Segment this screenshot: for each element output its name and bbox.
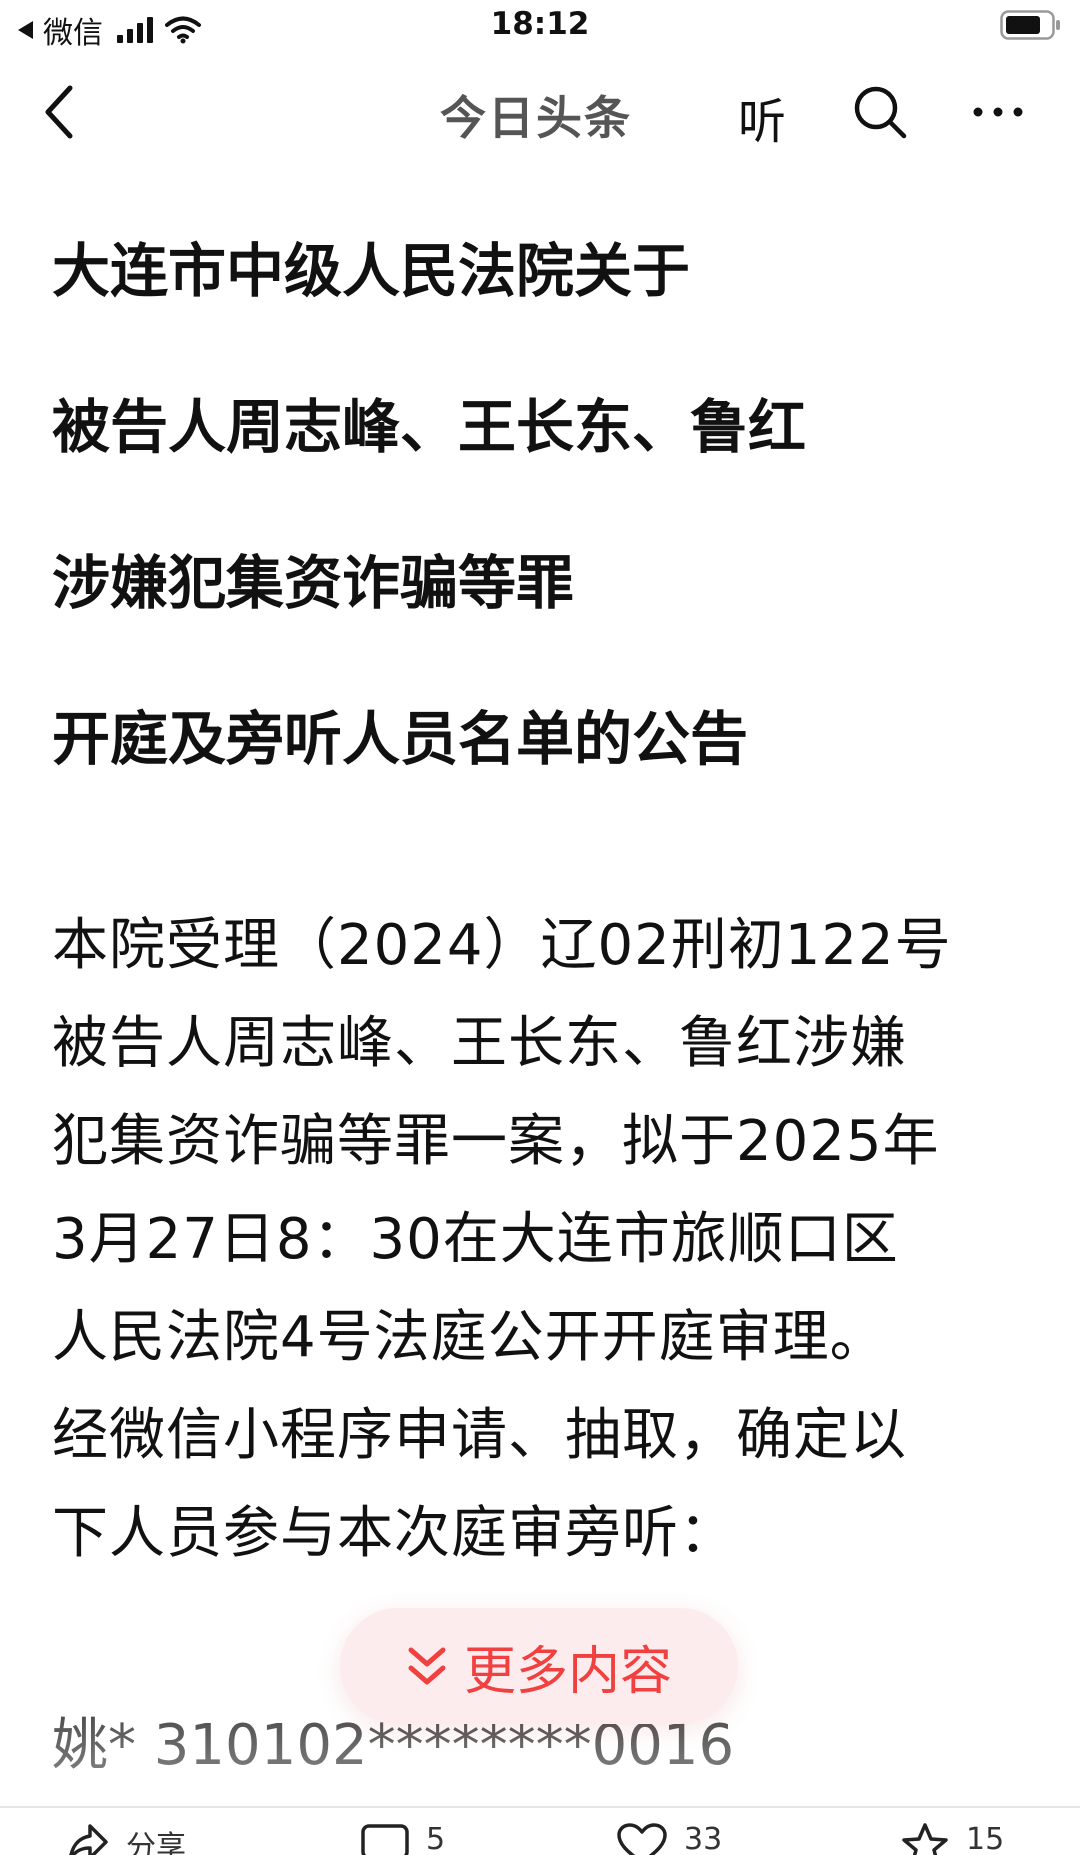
body-line-3: 犯集资诈骗等罪一案，拟于2025年 — [52, 1109, 940, 1174]
more-dots-icon — [973, 107, 1023, 117]
double-chevron-down-icon — [408, 1647, 446, 1685]
favorite-button[interactable]: 15 — [900, 1822, 1004, 1855]
battery-indicator — [1000, 10, 1062, 44]
favorite-count: 15 — [966, 1822, 1005, 1855]
headline-line-4: 开庭及旁听人员名单的公告 — [52, 705, 749, 773]
headline-line-2: 被告人周志峰、王长东、鲁红 — [52, 393, 807, 461]
status-bar: 微信 18:12 — [0, 0, 1080, 56]
body-line-2: 被告人周志峰、王长东、鲁红涉嫌 — [52, 1011, 907, 1076]
body-line-4: 3月27日8：30在大连市旅顺口区 — [52, 1207, 899, 1272]
battery-icon — [1000, 10, 1060, 40]
search-icon — [854, 86, 907, 139]
status-time: 18:12 — [490, 6, 590, 42]
nav-title: 今日头条 — [440, 91, 632, 145]
share-button[interactable]: 分享 — [66, 1822, 186, 1855]
bottom-action-bar: 分享 5 33 15 — [0, 1808, 1080, 1855]
nav-bar: 今日头条 听 — [0, 60, 1080, 160]
back-button[interactable] — [40, 82, 90, 142]
body-line-7: 下人员参与本次庭审旁听： — [52, 1501, 736, 1566]
body-line-6: 经微信小程序申请、抽取，确定以 — [52, 1403, 907, 1468]
comment-count: 5 — [426, 1822, 446, 1855]
body-line-5: 人民法院4号法庭公开开庭审理。 — [52, 1305, 887, 1370]
headline-line-1: 大连市中级人民法院关于 — [52, 237, 691, 305]
comment-button[interactable]: 5 — [360, 1822, 445, 1855]
star-icon — [902, 1823, 948, 1855]
share-icon — [69, 1824, 108, 1855]
like-button[interactable]: 33 — [616, 1822, 722, 1855]
back-chevron-icon — [45, 85, 73, 139]
more-content-label: 更多内容 — [463, 1641, 672, 1702]
body-line-1: 本院受理（2024）辽02刑初122号 — [52, 913, 952, 978]
more-options-button[interactable] — [972, 90, 1024, 134]
heart-icon — [617, 1823, 667, 1855]
search-button[interactable] — [852, 84, 908, 140]
headline-line-3: 涉嫌犯集资诈骗等罪 — [52, 549, 575, 617]
more-content-button[interactable]: 更多内容 — [340, 1608, 738, 1724]
comment-icon — [361, 1824, 409, 1855]
share-label: 分享 — [126, 1830, 186, 1855]
like-count: 33 — [684, 1822, 723, 1855]
listen-button[interactable]: 听 — [738, 82, 786, 152]
